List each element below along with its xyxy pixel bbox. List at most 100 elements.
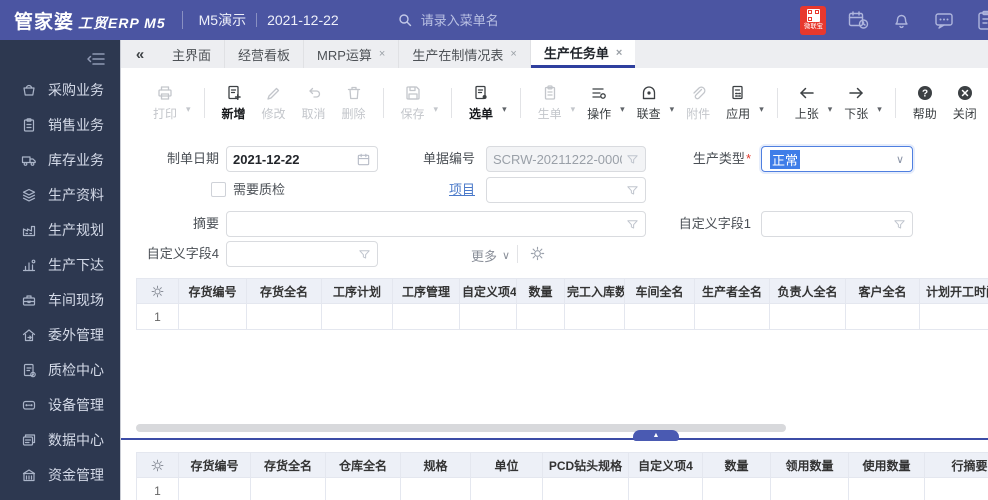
grid-cell[interactable] bbox=[564, 303, 625, 330]
account-name[interactable]: M5演示 bbox=[199, 10, 246, 30]
dropdown-caret[interactable] bbox=[571, 104, 576, 115]
grid-cell[interactable] bbox=[400, 477, 471, 500]
column-header[interactable]: 自定义项4 bbox=[459, 278, 517, 304]
column-header[interactable]: 仓库全名 bbox=[325, 452, 401, 478]
grid-cell[interactable] bbox=[246, 303, 322, 330]
splitter-line[interactable] bbox=[121, 438, 988, 440]
row-index[interactable]: 1 bbox=[136, 303, 179, 330]
sidebar-item-quality-center[interactable]: 质检中心 bbox=[0, 352, 120, 387]
print-button[interactable]: 打印 bbox=[145, 84, 185, 122]
sidebar-item-equipment[interactable]: 设备管理 bbox=[0, 387, 120, 422]
dropdown-caret[interactable] bbox=[620, 104, 625, 115]
funnel-icon[interactable] bbox=[358, 248, 371, 261]
grid-cell[interactable] bbox=[628, 477, 703, 500]
column-header[interactable]: 生产者全名 bbox=[694, 278, 770, 304]
grid-cell[interactable] bbox=[542, 477, 629, 500]
project-field[interactable] bbox=[486, 177, 646, 203]
grid-cell[interactable] bbox=[392, 303, 460, 330]
dropdown-caret[interactable] bbox=[759, 104, 764, 115]
column-header[interactable]: 存货全名 bbox=[246, 278, 322, 304]
tabs-back-button[interactable]: « bbox=[121, 40, 159, 68]
column-header[interactable]: 工序管理 bbox=[392, 278, 460, 304]
custom1-input[interactable] bbox=[768, 216, 889, 232]
funnel-icon[interactable] bbox=[893, 218, 906, 231]
close-tab-icon[interactable]: × bbox=[379, 48, 385, 60]
grid-cell[interactable] bbox=[702, 477, 771, 500]
funnel-icon[interactable] bbox=[626, 218, 639, 231]
add-button[interactable]: 新增 bbox=[214, 84, 254, 122]
close-button[interactable]: 关闭 bbox=[945, 84, 985, 122]
custom1-field[interactable] bbox=[761, 211, 913, 237]
column-header[interactable]: 自定义项4 bbox=[628, 452, 703, 478]
search-input[interactable] bbox=[420, 12, 551, 28]
close-tab-icon[interactable]: × bbox=[616, 47, 622, 59]
more-fields-toggle[interactable]: 更多 bbox=[471, 246, 510, 265]
dropdown-caret[interactable] bbox=[502, 104, 507, 115]
clipboard-icon[interactable] bbox=[976, 9, 988, 31]
qr-app-badge[interactable]: 微联宝 bbox=[800, 5, 826, 35]
project-input[interactable] bbox=[493, 182, 622, 198]
save-button[interactable]: 保存 bbox=[393, 84, 433, 122]
grid-cell[interactable] bbox=[321, 303, 393, 330]
grid-cell[interactable] bbox=[178, 303, 247, 330]
dropdown-caret[interactable] bbox=[670, 104, 675, 115]
grid-cell[interactable] bbox=[624, 303, 695, 330]
make-date-input[interactable] bbox=[233, 151, 352, 167]
tab-mrp[interactable]: MRP运算 × bbox=[304, 40, 400, 68]
help-button[interactable]: ? 帮助 bbox=[905, 84, 945, 122]
bell-icon[interactable] bbox=[891, 10, 912, 31]
grid-settings-gear-icon[interactable] bbox=[136, 278, 179, 304]
summary-field[interactable] bbox=[226, 211, 646, 237]
column-header[interactable]: 负责人全名 bbox=[769, 278, 846, 304]
column-header[interactable]: 存货全名 bbox=[250, 452, 326, 478]
tab-wip-report[interactable]: 生产在制情况表 × bbox=[399, 40, 531, 68]
grid-cell[interactable] bbox=[250, 477, 326, 500]
column-header[interactable]: 客户全名 bbox=[845, 278, 920, 304]
edit-button[interactable]: 修改 bbox=[254, 84, 294, 122]
column-header[interactable]: 计划开工时间 bbox=[919, 278, 988, 304]
column-header[interactable]: 数量 bbox=[702, 452, 771, 478]
sidebar-item-production-release[interactable]: 生产下达 bbox=[0, 247, 120, 282]
column-header[interactable]: 数量 bbox=[516, 278, 565, 304]
message-icon[interactable] bbox=[933, 9, 955, 31]
sidebar-item-purchase[interactable]: 采购业务 bbox=[0, 72, 120, 107]
funnel-icon[interactable] bbox=[626, 153, 639, 166]
project-label[interactable]: 项目 bbox=[361, 177, 475, 203]
attachment-button[interactable]: 附件 bbox=[678, 84, 718, 122]
next-doc-button[interactable]: 下张 bbox=[836, 84, 876, 122]
column-header[interactable]: 单位 bbox=[470, 452, 543, 478]
grid-cell[interactable] bbox=[694, 303, 770, 330]
dropdown-caret[interactable] bbox=[877, 104, 882, 115]
grid-cell[interactable] bbox=[470, 477, 543, 500]
sidebar-item-inventory[interactable]: 库存业务 bbox=[0, 142, 120, 177]
grid-cell[interactable] bbox=[459, 303, 517, 330]
link-query-button[interactable]: 联查 bbox=[629, 84, 669, 122]
make-date-field[interactable] bbox=[226, 146, 378, 172]
dropdown-caret[interactable] bbox=[828, 104, 833, 115]
horizontal-scrollbar[interactable] bbox=[136, 424, 786, 432]
sidebar-item-data-center[interactable]: 数据中心 bbox=[0, 422, 120, 457]
sidebar-item-shopfloor[interactable]: 车间现场 bbox=[0, 282, 120, 317]
sidebar-item-funds[interactable]: 资金管理 bbox=[0, 457, 120, 492]
splitter-collapse-handle[interactable] bbox=[633, 430, 679, 441]
grid-cell[interactable] bbox=[516, 303, 565, 330]
tab-dashboard[interactable]: 经营看板 bbox=[225, 40, 305, 68]
column-header[interactable]: 存货编号 bbox=[178, 452, 251, 478]
tab-home[interactable]: 主界面 bbox=[159, 40, 226, 68]
operate-button[interactable]: 操作 bbox=[579, 84, 619, 122]
column-header[interactable]: 使用数量 bbox=[848, 452, 925, 478]
close-tab-icon[interactable]: × bbox=[510, 48, 516, 60]
column-header[interactable]: 车间全名 bbox=[624, 278, 695, 304]
sidebar-item-outsourcing[interactable]: 委外管理 bbox=[0, 317, 120, 352]
column-header[interactable]: 完工入库数 bbox=[564, 278, 625, 304]
summary-input[interactable] bbox=[233, 216, 622, 232]
cancel-button[interactable]: 取消 bbox=[294, 84, 334, 122]
calendar-clock-icon[interactable] bbox=[847, 9, 870, 32]
sidebar-item-sales[interactable]: 销售业务 bbox=[0, 107, 120, 142]
sidebar-item-production-data[interactable]: 生产资料 bbox=[0, 177, 120, 212]
grid-cell[interactable] bbox=[325, 477, 401, 500]
custom4-input[interactable] bbox=[233, 246, 354, 262]
previous-doc-button[interactable]: 上张 bbox=[787, 84, 827, 122]
column-header[interactable]: PCD钻头规格 bbox=[542, 452, 629, 478]
column-header[interactable]: 规格 bbox=[400, 452, 471, 478]
